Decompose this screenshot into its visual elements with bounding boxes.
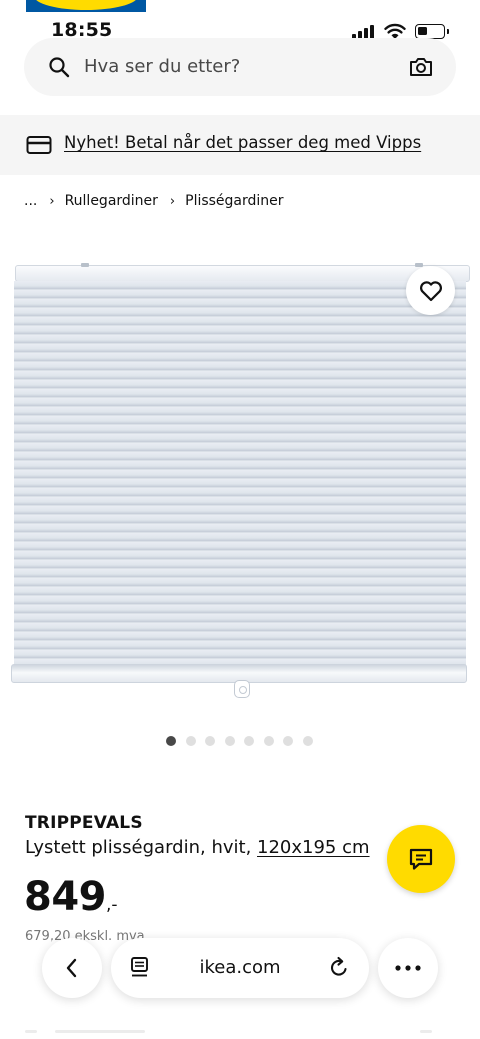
carousel-dot[interactable] [244, 736, 254, 746]
breadcrumb: ... › Rullegardiner › Plisségardiner [24, 191, 284, 211]
faded-content-row [25, 1030, 455, 1036]
favorite-button[interactable] [406, 266, 455, 315]
carousel-dot[interactable] [302, 736, 313, 746]
browser-more-button[interactable] [378, 938, 438, 998]
carousel-dot[interactable] [166, 736, 176, 746]
price-value: 849 [24, 874, 107, 920]
more-dots-icon [395, 965, 421, 971]
search-input[interactable]: Hva ser du etter? [84, 56, 240, 77]
promo-banner[interactable]: Nyhet! Betal når det passer deg med Vipp… [0, 115, 480, 175]
blind-clip [81, 263, 89, 267]
camera-icon[interactable] [408, 55, 434, 79]
product-description: Lystett plisségardin, hvit, 120x195 cm [25, 837, 370, 858]
chevron-right-icon: › [49, 193, 55, 209]
browser-back-button[interactable] [42, 938, 102, 998]
cellular-signal-icon [352, 25, 376, 39]
chevron-left-icon [66, 958, 77, 978]
carousel-dot[interactable] [205, 736, 215, 746]
blind-headrail [15, 265, 470, 282]
chevron-right-icon: › [169, 193, 176, 209]
carousel-dot[interactable] [283, 736, 293, 746]
product-size-link[interactable]: 120x195 cm [257, 837, 370, 858]
chat-button[interactable] [387, 825, 455, 893]
product-name: TRIPPEVALS [25, 813, 143, 833]
search-bar[interactable]: Hva ser du etter? [24, 38, 456, 96]
credit-card-icon [26, 136, 52, 154]
chat-icon [409, 848, 433, 870]
browser-address-bar[interactable]: ikea.com [111, 938, 369, 998]
heart-icon [419, 280, 442, 301]
blind-pleated-fabric [14, 281, 466, 665]
carousel-dot[interactable] [263, 736, 274, 746]
reload-icon[interactable] [327, 956, 351, 980]
product-type: Lystett plisségardin, hvit, [25, 837, 258, 858]
search-icon [49, 57, 70, 78]
breadcrumb-ellipsis[interactable]: ... [24, 193, 37, 209]
promo-link[interactable]: Nyhet! Betal når det passer deg med Vipp… [64, 133, 421, 152]
blind-handle [234, 680, 250, 698]
product-price: 849,- [24, 874, 118, 920]
breadcrumb-item-plissegardiner[interactable]: Plisségardiner [185, 193, 283, 209]
carousel-dot[interactable] [185, 736, 196, 746]
breadcrumb-item-rullegardiner[interactable]: Rullegardiner [65, 193, 158, 209]
image-carousel-dots[interactable] [166, 736, 313, 746]
battery-icon [415, 24, 449, 39]
carousel-dot[interactable] [224, 736, 235, 746]
price-suffix: ,- [106, 895, 118, 915]
